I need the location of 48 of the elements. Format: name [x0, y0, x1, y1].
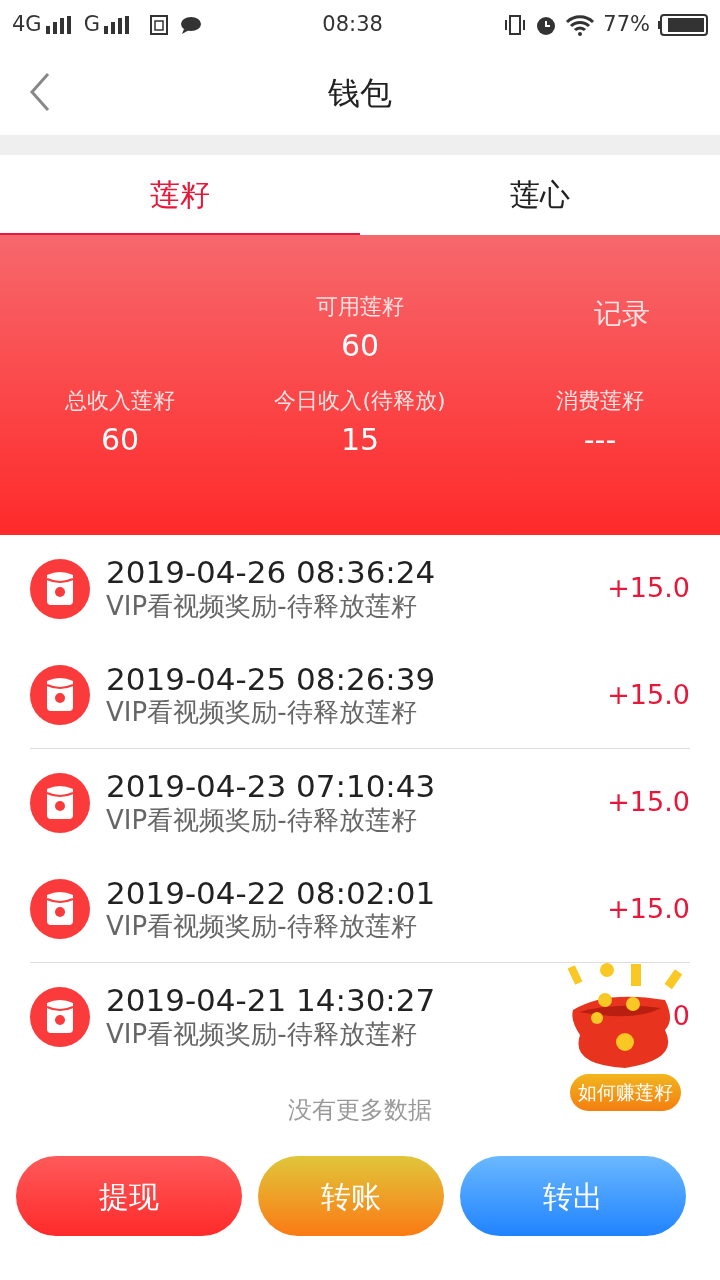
- transaction-time: 2019-04-21 14:30:27: [106, 983, 436, 1019]
- alarm-icon: [535, 14, 558, 36]
- battery-percent: 77%: [603, 11, 650, 39]
- back-icon[interactable]: [28, 72, 52, 112]
- transaction-amount: +15.0: [607, 891, 690, 926]
- transaction-time: 2019-04-22 08:02:01: [106, 875, 436, 912]
- stat-label: 今日收入(待释放): [274, 387, 446, 415]
- signal-icon: [103, 16, 130, 34]
- stat-value: ---: [583, 421, 617, 459]
- transaction-description: VIP看视频奖励-待释放莲籽: [106, 911, 418, 943]
- action-button[interactable]: 提现: [16, 1156, 242, 1236]
- network-label: 4G: [12, 11, 42, 39]
- chat-icon: [179, 16, 202, 34]
- page-title: 钱包: [328, 72, 392, 114]
- stat-label: 消费莲籽: [556, 387, 644, 415]
- action-button[interactable]: 转账: [258, 1156, 444, 1236]
- wallet-icon: [30, 558, 90, 619]
- record-link[interactable]: 记录: [594, 293, 650, 335]
- transaction-amount: +15.0: [607, 571, 690, 606]
- end-note: 没有更多数据: [288, 1096, 432, 1124]
- transaction-description: VIP看视频奖励-待释放莲籽: [106, 1018, 418, 1050]
- stat-label: 可用莲籽: [316, 293, 404, 321]
- transaction-description: VIP看视频奖励-待释放莲籽: [106, 697, 418, 729]
- transaction-time: 2019-04-23 07:10:43: [106, 769, 436, 805]
- wallet-icon: [30, 772, 90, 833]
- sim-icon: [149, 15, 168, 35]
- transaction-description: VIP看视频奖励-待释放莲籽: [106, 804, 418, 836]
- earn-tips-button[interactable]: 如何赚莲籽: [569, 1074, 681, 1111]
- network-label: G: [83, 11, 100, 39]
- transaction-amount: +15.0: [607, 785, 690, 820]
- transaction-amount: +15.0: [607, 677, 690, 712]
- wallet-icon: [30, 986, 90, 1047]
- stat-value: 60: [340, 327, 380, 365]
- status-time: 08:38: [322, 12, 383, 37]
- battery-icon: [658, 14, 708, 36]
- transaction-time: 2019-04-25 08:26:39: [106, 661, 436, 698]
- action-button[interactable]: 转出: [460, 1156, 686, 1236]
- stat-value: 15: [340, 421, 380, 459]
- transaction-amount: 0: [672, 999, 690, 1034]
- signal-icon: [45, 16, 72, 34]
- stat-label: 总收入莲籽: [65, 387, 175, 415]
- transaction-description: VIP看视频奖励-待释放莲籽: [106, 590, 418, 622]
- transaction-time: 2019-04-26 08:36:24: [106, 555, 436, 591]
- vibrate-icon: [503, 14, 528, 36]
- wifi-icon: [565, 14, 596, 36]
- wallet-icon: [30, 665, 90, 725]
- wallet-icon: [30, 879, 90, 939]
- stat-value: 60: [100, 421, 140, 459]
